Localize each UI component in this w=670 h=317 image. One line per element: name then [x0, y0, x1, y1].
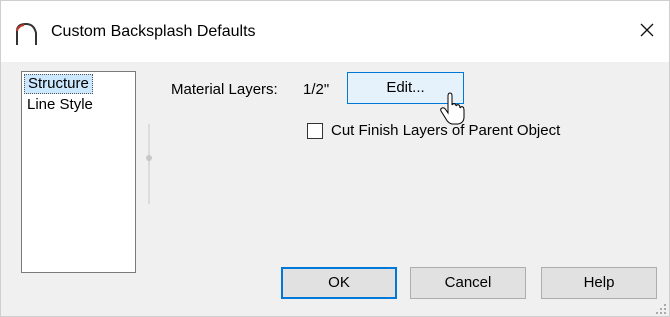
cancel-button[interactable]: Cancel [410, 267, 526, 299]
close-icon [639, 22, 655, 41]
help-button[interactable]: Help [541, 267, 657, 299]
material-layers-label: Material Layers: [171, 81, 278, 98]
dialog-window: Custom Backsplash Defaults Structure Lin… [0, 0, 670, 317]
title-bar: Custom Backsplash Defaults [1, 1, 669, 62]
dialog-content: Structure Line Style Material Layers: 1/… [1, 62, 669, 316]
sidebar-item-line-style[interactable]: Line Style [24, 95, 96, 115]
resize-grip-icon[interactable] [655, 302, 667, 314]
splitter-grip[interactable] [146, 155, 152, 161]
panel-splitter[interactable] [148, 124, 150, 204]
close-button[interactable] [625, 11, 669, 51]
cut-finish-layers-checkbox[interactable] [307, 123, 323, 139]
sidebar-item-structure[interactable]: Structure [24, 74, 93, 94]
window-title: Custom Backsplash Defaults [51, 23, 256, 40]
arch-icon [13, 21, 39, 47]
ok-button[interactable]: OK [281, 267, 397, 299]
cut-finish-layers-option[interactable]: Cut Finish Layers of Parent Object [307, 121, 560, 141]
cut-finish-layers-label[interactable]: Cut Finish Layers of Parent Object [331, 121, 560, 141]
material-layers-value: 1/2" [303, 81, 330, 98]
category-list[interactable]: Structure Line Style [21, 71, 136, 273]
